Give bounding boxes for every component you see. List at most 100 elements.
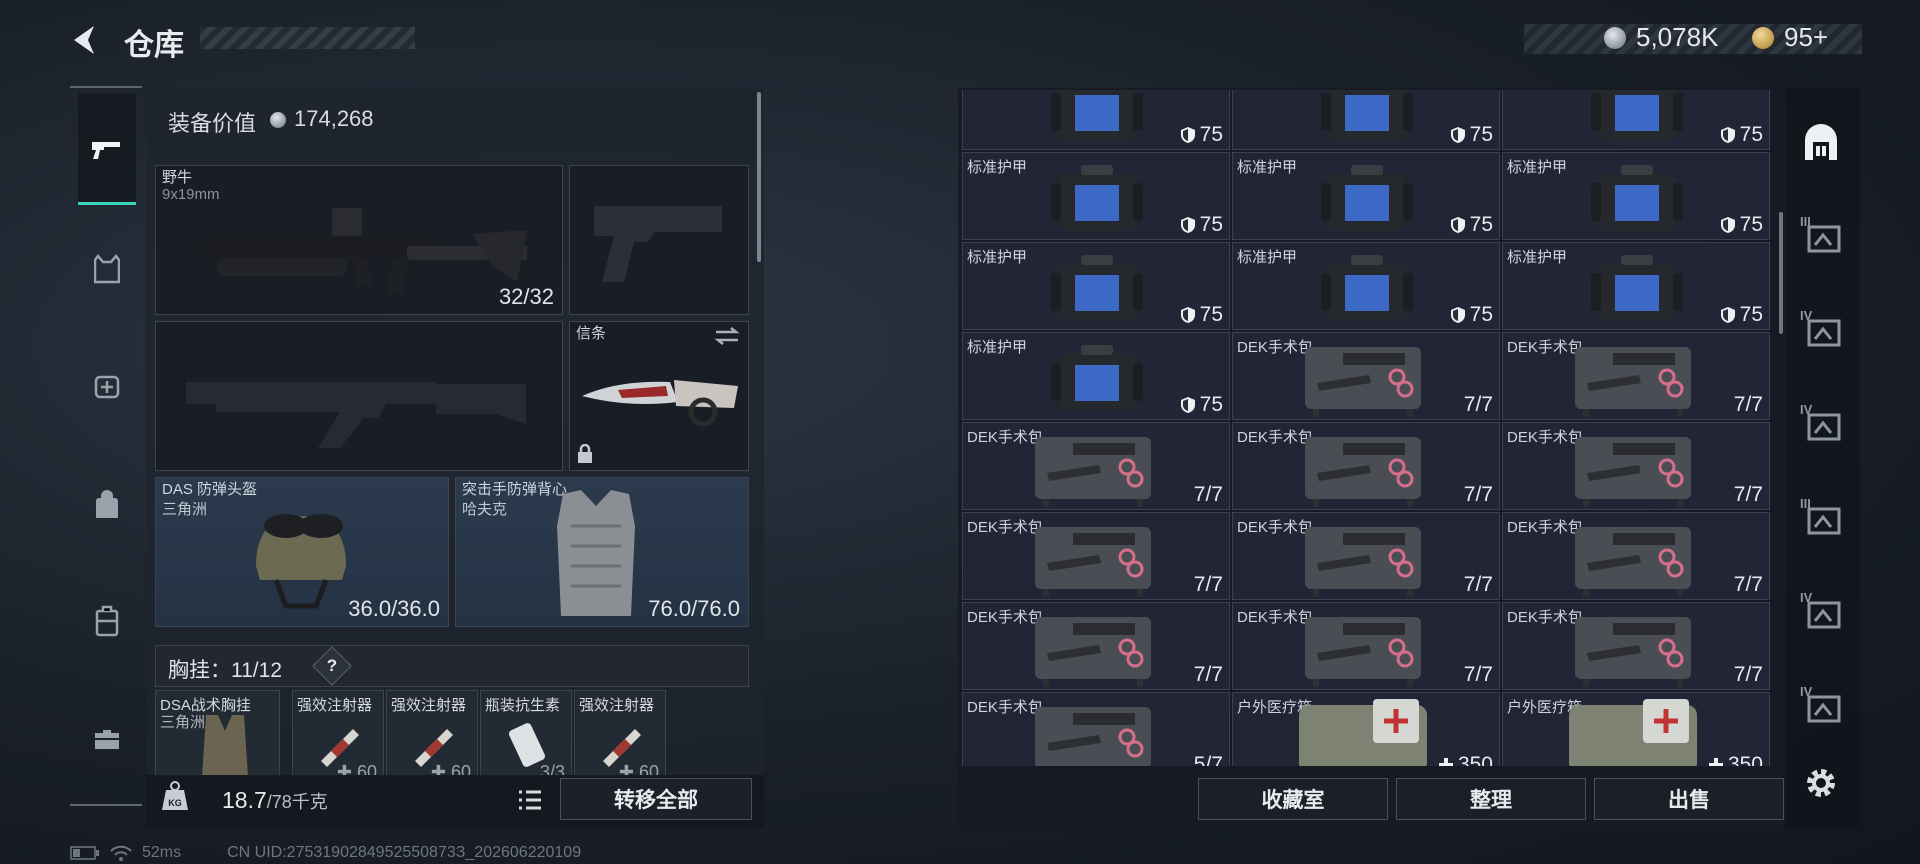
uid: CN UID:2753190284952550873З_202606220109 — [227, 844, 582, 861]
sell-button[interactable]: 出售 — [1594, 778, 1784, 820]
surgery-kit-icon — [1029, 429, 1157, 509]
inventory-item[interactable]: DEK手术包 7/7 — [1232, 512, 1500, 600]
inventory-item[interactable]: 标准护甲 75 — [1232, 152, 1500, 240]
case-icon[interactable] — [90, 604, 124, 638]
inventory-item[interactable]: 75 — [1232, 90, 1500, 150]
vest-icon[interactable] — [90, 252, 124, 286]
item-value: 75 — [1180, 393, 1223, 417]
item-value: 75 — [1720, 123, 1763, 147]
inventory-item[interactable]: 标准护甲 75 — [1232, 242, 1500, 330]
filter-tier-icon[interactable]: IV — [1798, 400, 1844, 446]
swap-icon[interactable] — [714, 326, 740, 346]
helmet-slot[interactable]: DAS 防弹头盔 三角洲 36.0/36.0 — [155, 477, 449, 627]
inventory-item[interactable]: DEK手术包 7/7 — [962, 602, 1230, 690]
inventory-item[interactable]: DEK手术包 7/7 — [962, 512, 1230, 600]
item-name: 标准护甲 — [1237, 249, 1298, 266]
inventory-item[interactable]: DEK手术包 7/7 — [1232, 602, 1500, 690]
inventory-item[interactable]: 75 — [962, 90, 1230, 150]
rig-item[interactable]: 强效注射器 ✚ 60 — [386, 690, 478, 776]
item-value: 75 — [1720, 213, 1763, 237]
inventory-item[interactable]: DEK手术包 7/7 — [1502, 332, 1770, 420]
item-value: 75 — [1180, 213, 1223, 237]
secondary-weapon-slot[interactable] — [155, 321, 563, 471]
item-value: 75 — [1180, 123, 1223, 147]
inventory-item[interactable]: DEK手术包 7/7 — [1502, 602, 1770, 690]
melee-slot[interactable]: 信条 — [569, 321, 749, 471]
armor-shield-icon — [1450, 127, 1465, 143]
inventory-item[interactable]: DEK手术包 7/7 — [1502, 422, 1770, 510]
armor-shield-icon — [1720, 217, 1735, 233]
armor-shield-icon — [1180, 397, 1195, 413]
item-value: 75 — [1450, 303, 1493, 327]
inventory-item[interactable]: 户外医疗箱 350 — [1502, 692, 1770, 766]
item-value: 75 — [1450, 213, 1493, 237]
inventory-item[interactable]: 标准护甲 75 — [962, 242, 1230, 330]
chest-rig-icon — [202, 715, 248, 775]
toolbox-icon[interactable] — [90, 722, 124, 756]
inventory-item[interactable]: 标准护甲 75 — [1502, 152, 1770, 240]
armor-pack-icon — [1587, 90, 1687, 149]
back-arrow-icon[interactable] — [66, 20, 106, 60]
item-value: 7/7 — [1463, 573, 1493, 596]
collection-button[interactable]: 收藏室 — [1198, 778, 1388, 820]
help-icon[interactable]: ? — [318, 652, 346, 680]
vest-icon — [557, 490, 635, 616]
surgery-kit-icon — [1569, 609, 1697, 689]
tier-label: IV — [1800, 590, 1813, 605]
equipment-scrollbar[interactable] — [757, 92, 761, 262]
chest-rig-capacity: 11/12 — [231, 659, 282, 682]
rig-item-tactical-rig[interactable]: DSA战术胸挂 三角洲 — [155, 690, 280, 776]
weapon-name: 野牛 — [162, 169, 193, 186]
rifle-silhouette-icon — [186, 382, 526, 448]
rig-item[interactable]: 瓶装抗生素 3/3 — [480, 690, 572, 776]
list-icon[interactable] — [510, 782, 550, 818]
inventory-item[interactable]: DEK手术包 7/7 — [962, 422, 1230, 510]
backpack-icon[interactable] — [90, 488, 124, 522]
inventory-item[interactable]: DEK手术包 7/7 — [1502, 512, 1770, 600]
inventory-item[interactable]: DEK手术包 7/7 — [1232, 422, 1500, 510]
inventory-item[interactable]: 75 — [1502, 90, 1770, 150]
surgery-kit-icon — [1029, 519, 1157, 599]
pistol-slot[interactable] — [569, 165, 749, 315]
move-all-button[interactable]: 转移全部 — [560, 778, 752, 820]
filter-tier-icon[interactable]: III — [1798, 494, 1844, 540]
armor-pack-icon — [1047, 159, 1147, 239]
inventory-item[interactable]: 标准护甲 75 — [1502, 242, 1770, 330]
inventory-item[interactable]: 标准护甲 75 — [962, 152, 1230, 240]
item-value: 7/7 — [1733, 663, 1763, 686]
settings-gear-icon[interactable] — [1798, 760, 1844, 806]
item-value: 75 — [1720, 303, 1763, 327]
rig-item[interactable]: 强效注射器 ✚ 60 — [574, 690, 666, 776]
item-value: 7/7 — [1463, 483, 1493, 506]
item-value: 7/7 — [1193, 483, 1223, 506]
filter-tier-icon[interactable]: III — [1798, 212, 1844, 258]
organize-button[interactable]: 整理 — [1396, 778, 1586, 820]
inventory-item[interactable]: DEK手术包 5/7 — [962, 692, 1230, 766]
filter-tier-icon[interactable]: IV — [1798, 588, 1844, 634]
armor-slot[interactable]: 突击手防弹背心 哈夫克 76.0/76.0 — [455, 477, 749, 627]
surgery-kit-icon — [1299, 519, 1427, 599]
filter-tier-icon[interactable]: IV — [1798, 682, 1844, 728]
inventory-item[interactable]: 标准护甲 75 — [962, 332, 1230, 420]
inventory-item[interactable]: 户外医疗箱 350 — [1232, 692, 1500, 766]
helmet-name: DAS 防弹头盔 — [162, 481, 258, 498]
item-name: 标准护甲 — [1237, 159, 1298, 176]
inventory-scrollbar[interactable] — [1779, 212, 1783, 334]
premium-currency-amount[interactable]: 95+ — [1784, 22, 1828, 53]
storage-icon[interactable] — [1798, 120, 1844, 166]
armor-pack-icon — [1047, 90, 1147, 149]
inventory-item[interactable]: DEK手术包 7/7 — [1232, 332, 1500, 420]
medical-bag-icon[interactable] — [90, 368, 124, 402]
primary-weapon-slot[interactable]: 野牛 9x19mm 32/32 — [155, 165, 563, 315]
battery-icon — [70, 846, 99, 860]
page-title: 仓库 — [124, 29, 184, 62]
filter-tier-icon[interactable]: IV — [1798, 306, 1844, 352]
rig-item[interactable]: 强效注射器 ✚ 60 — [292, 690, 384, 776]
item-value: 7/7 — [1733, 483, 1763, 506]
armor-pack-icon — [1317, 90, 1417, 149]
item-value: 75 — [1450, 123, 1493, 147]
item-value: 75 — [1180, 303, 1223, 327]
status-bar: 52ms CN UID:2753190284952550873З_2026062… — [70, 844, 581, 862]
armor-shield-icon — [1450, 307, 1465, 323]
surgery-kit-icon — [1569, 339, 1697, 419]
